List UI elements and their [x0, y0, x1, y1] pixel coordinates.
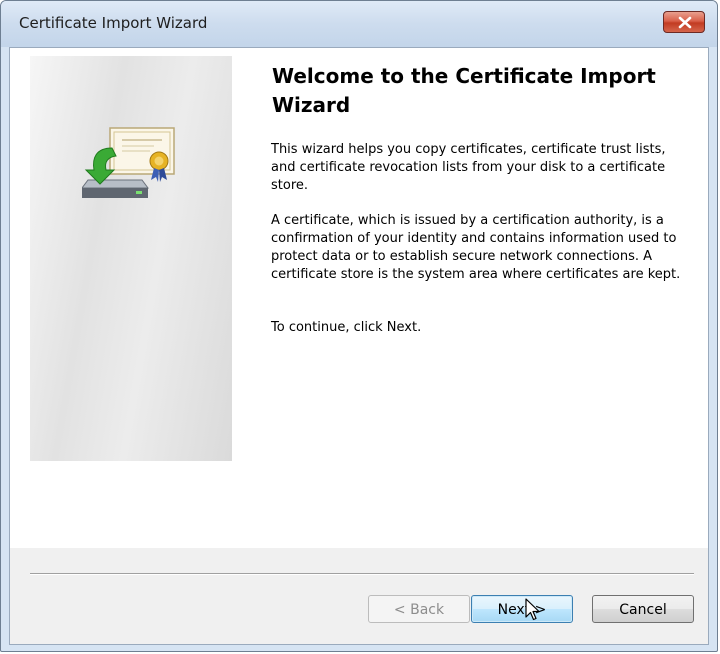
- back-button[interactable]: < Back: [368, 595, 470, 623]
- wizard-content: Welcome to the Certificate Import Wizard…: [10, 48, 708, 548]
- wizard-heading: Welcome to the Certificate Import Wizard: [272, 64, 656, 117]
- certificate-install-icon: [82, 127, 175, 198]
- wizard-description-2: A certificate, which is issued by a cert…: [271, 213, 681, 282]
- wizard-description-1: This wizard helps you copy certificates,…: [271, 142, 666, 193]
- close-button[interactable]: [663, 11, 705, 33]
- window-title: Certificate Import Wizard: [19, 14, 208, 32]
- close-icon: [678, 16, 692, 29]
- cancel-button[interactable]: Cancel: [592, 595, 694, 623]
- separator-line: [30, 573, 694, 575]
- next-button[interactable]: Next >: [471, 595, 573, 623]
- wizard-side-panel: [30, 56, 232, 461]
- dialog-client-area: Welcome to the Certificate Import Wizard…: [9, 47, 709, 645]
- title-bar[interactable]: Certificate Import Wizard: [1, 1, 717, 47]
- wizard-instruction: To continue, click Next.: [271, 320, 422, 335]
- certificate-import-wizard-window: Certificate Import Wizard Welcome to the…: [0, 0, 718, 652]
